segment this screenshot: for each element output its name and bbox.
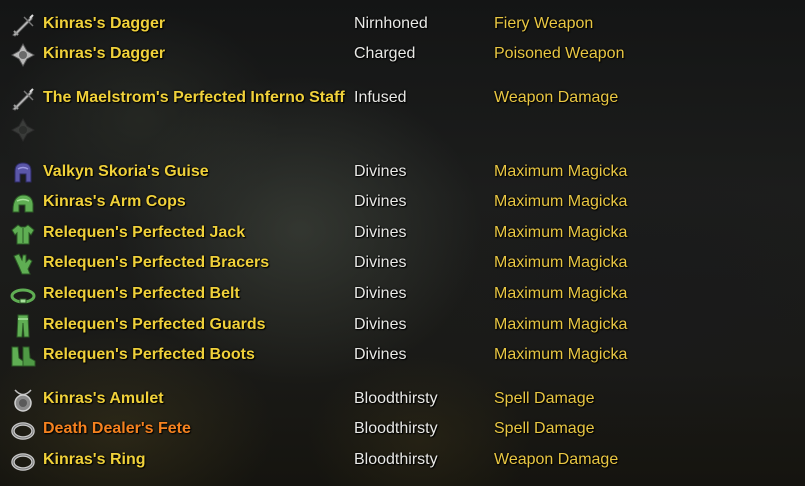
item-name: Relequen's Perfected Bracers	[43, 254, 270, 271]
item-enchant: Maximum Magicka	[494, 316, 628, 333]
legs-icon	[10, 313, 36, 339]
item-trait: Divines	[354, 316, 407, 333]
item-trait: Divines	[354, 346, 407, 363]
equipment-row-shoulders[interactable]: Kinras's Arm Cops Divines Maximum Magick…	[0, 188, 805, 218]
equipment-row-waist[interactable]: Relequen's Perfected Belt Divines Maximu…	[0, 280, 805, 310]
item-trait: Infused	[354, 89, 407, 106]
item-enchant: Maximum Magicka	[494, 285, 628, 302]
item-name: Kinras's Ring	[43, 451, 146, 468]
item-name: Kinras's Amulet	[43, 390, 164, 407]
item-enchant: Weapon Damage	[494, 451, 619, 468]
equipment-row-legs[interactable]: Relequen's Perfected Guards Divines Maxi…	[0, 311, 805, 341]
item-name: Death Dealer's Fete	[43, 420, 191, 437]
equipment-row-head[interactable]: Valkyn Skoria's Guise Divines Maximum Ma…	[0, 158, 805, 188]
item-name: Relequen's Perfected Belt	[43, 285, 240, 302]
item-trait: Nirnhoned	[354, 15, 428, 32]
item-trait: Bloodthirsty	[354, 390, 438, 407]
gloves-icon	[10, 251, 36, 277]
item-trait: Divines	[354, 163, 407, 180]
staff-icon	[10, 86, 36, 112]
equipment-row-main-hand[interactable]: Kinras's Dagger Nirnhoned Fiery Weapon	[0, 10, 805, 40]
dagger-icon	[10, 12, 36, 38]
item-enchant: Spell Damage	[494, 390, 595, 407]
item-enchant: Maximum Magicka	[494, 224, 628, 241]
offhand-slot-icon	[10, 42, 36, 68]
item-name: Relequen's Perfected Boots	[43, 346, 255, 363]
equipment-row-off-hand[interactable]: Kinras's Dagger Charged Poisoned Weapon	[0, 40, 805, 70]
item-enchant: Poisoned Weapon	[494, 45, 625, 62]
item-trait: Bloodthirsty	[354, 420, 438, 437]
item-trait: Divines	[354, 193, 407, 210]
item-trait: Charged	[354, 45, 416, 62]
chest-icon	[10, 221, 36, 247]
equipment-row-neck[interactable]: Kinras's Amulet Bloodthirsty Spell Damag…	[0, 385, 805, 415]
helmet-icon	[10, 160, 36, 186]
item-name: Kinras's Dagger	[43, 45, 166, 62]
belt-icon	[10, 282, 36, 308]
item-enchant: Maximum Magicka	[494, 254, 628, 271]
empty-offhand-slot-icon	[10, 117, 36, 143]
item-enchant: Maximum Magicka	[494, 163, 628, 180]
equipment-row-backbar-main[interactable]: The Maelstrom's Perfected Inferno Staff …	[0, 84, 805, 114]
item-enchant: Maximum Magicka	[494, 193, 628, 210]
item-name: Relequen's Perfected Guards	[43, 316, 266, 333]
item-name: Kinras's Arm Cops	[43, 193, 186, 210]
item-name: Relequen's Perfected Jack	[43, 224, 246, 241]
ring-icon	[10, 417, 36, 443]
equipment-row-ring-2[interactable]: Kinras's Ring Bloodthirsty Weapon Damage	[0, 446, 805, 476]
shoulder-icon	[10, 190, 36, 216]
equipment-row-ring-1[interactable]: Death Dealer's Fete Bloodthirsty Spell D…	[0, 415, 805, 445]
equipment-row-feet[interactable]: Relequen's Perfected Boots Divines Maxim…	[0, 341, 805, 371]
item-name: Valkyn Skoria's Guise	[43, 163, 209, 180]
item-name: Kinras's Dagger	[43, 15, 166, 32]
item-name: The Maelstrom's Perfected Inferno Staff	[43, 89, 345, 106]
item-enchant: Fiery Weapon	[494, 15, 594, 32]
item-enchant: Maximum Magicka	[494, 346, 628, 363]
item-enchant: Spell Damage	[494, 420, 595, 437]
amulet-icon	[10, 387, 36, 413]
item-trait: Bloodthirsty	[354, 451, 438, 468]
item-enchant: Weapon Damage	[494, 89, 619, 106]
boots-icon	[10, 343, 36, 369]
equipment-row-chest[interactable]: Relequen's Perfected Jack Divines Maximu…	[0, 219, 805, 249]
item-trait: Divines	[354, 224, 407, 241]
ring-icon	[10, 448, 36, 474]
item-trait: Divines	[354, 254, 407, 271]
equipment-row-backbar-off[interactable]	[0, 115, 805, 145]
item-trait: Divines	[354, 285, 407, 302]
equipment-row-hands[interactable]: Relequen's Perfected Bracers Divines Max…	[0, 249, 805, 279]
